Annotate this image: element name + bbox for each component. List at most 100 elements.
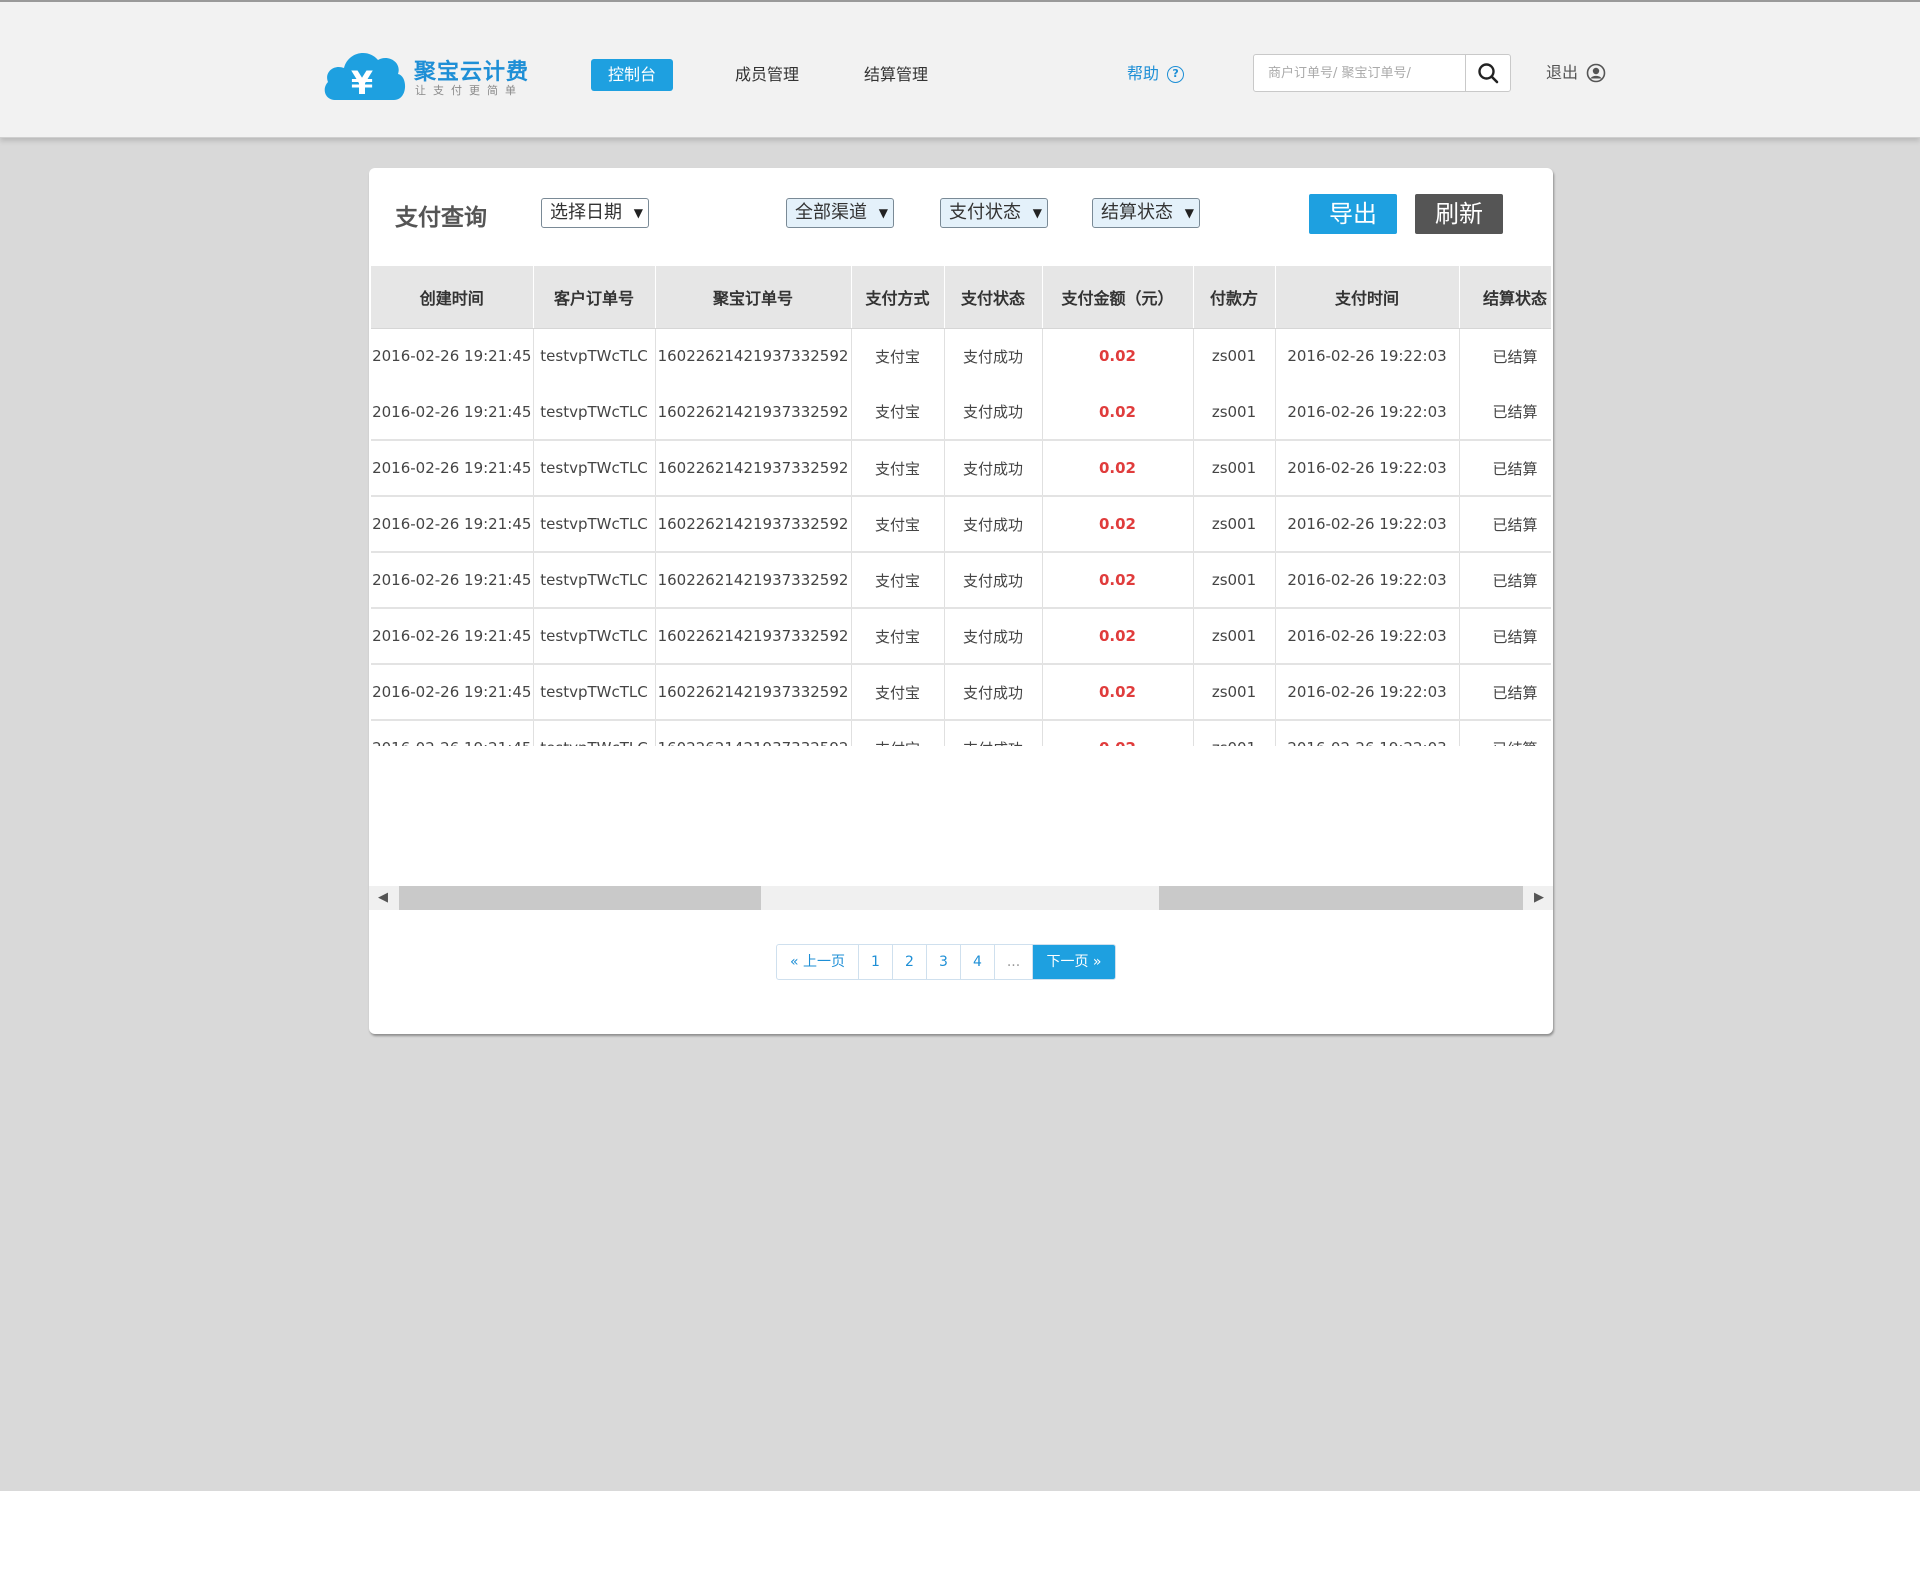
pay-status-cell: 支付成功 xyxy=(944,328,1043,384)
nav-settlement-management[interactable]: 结算管理 xyxy=(852,59,940,91)
top-header: ¥ 聚宝云计费 让支付更简单 控制台 成员管理 结算管理 帮助 ? 退出 xyxy=(0,0,1920,138)
table-row[interactable]: 2016-02-26 19:21:45testvpTWcTLC160226214… xyxy=(371,608,1551,665)
caret-down-icon: ▼ xyxy=(633,206,643,220)
page-title: 支付查询 xyxy=(395,205,487,231)
settle-status-cell: 已结算 xyxy=(1459,720,1551,746)
settle-status-cell: 已结算 xyxy=(1459,496,1551,553)
customer-order-cell: testvpTWcTLC xyxy=(533,384,656,441)
pay-method-cell: 支付宝 xyxy=(851,328,945,384)
created-time-cell: 2016-02-26 19:21:45 xyxy=(371,328,534,384)
table-row[interactable]: 2016-02-26 19:21:45testvpTWcTLC160226214… xyxy=(371,552,1551,609)
page-button[interactable]: 1 xyxy=(859,945,893,979)
pay-status-cell: 支付成功 xyxy=(944,608,1043,665)
pay-status-cell: 支付成功 xyxy=(944,552,1043,609)
payment-query-panel: 支付查询 选择日期 ▼ 全部渠道 ▼ 支付状态 ▼ 结算状态 ▼ 导出 刷新 创… xyxy=(369,168,1553,1034)
created-time-cell: 2016-02-26 19:21:45 xyxy=(371,496,534,553)
created-time-cell: 2016-02-26 19:21:45 xyxy=(371,720,534,746)
channel-select[interactable]: 全部渠道 ▼ xyxy=(786,198,894,228)
scrollbar-thumb[interactable] xyxy=(1159,886,1523,910)
date-select[interactable]: 选择日期 ▼ xyxy=(541,198,649,228)
column-header[interactable]: 支付状态 xyxy=(944,266,1043,329)
column-header[interactable]: 支付金额（元） xyxy=(1042,266,1194,329)
pay-status-cell: 支付成功 xyxy=(944,664,1043,721)
table-row[interactable]: 2016-02-26 19:21:45testvpTWcTLC160226214… xyxy=(371,440,1551,497)
refresh-button[interactable]: 刷新 xyxy=(1415,194,1503,234)
settle-status-cell: 已结算 xyxy=(1459,328,1551,384)
column-header[interactable]: 支付时间 xyxy=(1275,266,1460,329)
export-button[interactable]: 导出 xyxy=(1309,194,1397,234)
customer-order-cell: testvpTWcTLC xyxy=(533,552,656,609)
pay-time-cell: 2016-02-26 19:22:03 xyxy=(1275,608,1460,665)
table-row[interactable]: 2016-02-26 19:21:45testvpTWcTLC160226214… xyxy=(371,384,1551,441)
user-circle-icon xyxy=(1586,63,1606,83)
pay-time-cell: 2016-02-26 19:22:03 xyxy=(1275,384,1460,441)
table-row[interactable]: 2016-02-26 19:21:45testvpTWcTLC160226214… xyxy=(371,496,1551,553)
created-time-cell: 2016-02-26 19:21:45 xyxy=(371,384,534,441)
payer-cell: zs001 xyxy=(1193,440,1276,497)
column-header[interactable]: 付款方 xyxy=(1193,266,1276,329)
jubao-order-cell: 16022621421937332592 xyxy=(655,440,852,497)
prev-page-button[interactable]: « 上一页 xyxy=(777,945,859,979)
logout-link[interactable]: 退出 xyxy=(1546,60,1606,86)
settle-status-cell: 已结算 xyxy=(1459,608,1551,665)
amount-cell: 0.02 xyxy=(1042,496,1194,553)
jubao-order-cell: 16022621421937332592 xyxy=(655,328,852,384)
table-row[interactable]: 2016-02-26 19:21:45testvpTWcTLC160226214… xyxy=(371,720,1551,746)
created-time-cell: 2016-02-26 19:21:45 xyxy=(371,664,534,721)
pay-time-cell: 2016-02-26 19:22:03 xyxy=(1275,496,1460,553)
created-time-cell: 2016-02-26 19:21:45 xyxy=(371,552,534,609)
page-button[interactable]: 3 xyxy=(927,945,961,979)
table-row[interactable]: 2016-02-26 19:21:45testvpTWcTLC160226214… xyxy=(371,328,1551,384)
pay-time-cell: 2016-02-26 19:22:03 xyxy=(1275,328,1460,384)
column-header[interactable]: 客户订单号 xyxy=(533,266,656,329)
nav-dashboard[interactable]: 控制台 xyxy=(591,59,673,91)
pay-status-cell: 支付成功 xyxy=(944,720,1043,746)
search-icon xyxy=(1478,63,1499,84)
search-input[interactable] xyxy=(1254,55,1466,91)
page-button[interactable]: 4 xyxy=(961,945,995,979)
pay-status-select[interactable]: 支付状态 ▼ xyxy=(940,198,1048,228)
column-header[interactable]: 结算状态 xyxy=(1459,266,1551,329)
settle-status-cell: 已结算 xyxy=(1459,552,1551,609)
help-label: 帮助 xyxy=(1127,64,1160,83)
page-button[interactable]: 2 xyxy=(893,945,927,979)
settle-status-select[interactable]: 结算状态 ▼ xyxy=(1092,198,1200,228)
pay-time-cell: 2016-02-26 19:22:03 xyxy=(1275,552,1460,609)
help-link[interactable]: 帮助 ? xyxy=(1127,62,1185,86)
payer-cell: zs001 xyxy=(1193,720,1276,746)
page-ellipsis: ... xyxy=(995,945,1033,979)
settle-status-cell: 已结算 xyxy=(1459,664,1551,721)
search-box xyxy=(1253,54,1511,92)
amount-cell: 0.02 xyxy=(1042,384,1194,441)
settle-status-cell: 已结算 xyxy=(1459,384,1551,441)
scroll-left-icon[interactable]: ◀ xyxy=(369,886,397,910)
jubao-order-cell: 16022621421937332592 xyxy=(655,552,852,609)
horizontal-scrollbar[interactable]: ◀ ▶ xyxy=(369,886,1553,910)
payment-table: 创建时间 客户订单号 聚宝订单号 支付方式 支付状态 支付金额（元） 付款方 支… xyxy=(371,266,1551,746)
customer-order-cell: testvpTWcTLC xyxy=(533,440,656,497)
table-row[interactable]: 2016-02-26 19:21:45testvpTWcTLC160226214… xyxy=(371,664,1551,721)
logo[interactable]: ¥ 聚宝云计费 让支付更简单 xyxy=(322,46,532,106)
pay-status-cell: 支付成功 xyxy=(944,496,1043,553)
pay-method-cell: 支付宝 xyxy=(851,440,945,497)
payer-cell: zs001 xyxy=(1193,328,1276,384)
question-circle-icon: ? xyxy=(1167,65,1185,83)
pay-method-cell: 支付宝 xyxy=(851,664,945,721)
payer-cell: zs001 xyxy=(1193,552,1276,609)
column-header[interactable]: 支付方式 xyxy=(851,266,945,329)
customer-order-cell: testvpTWcTLC xyxy=(533,720,656,746)
customer-order-cell: testvpTWcTLC xyxy=(533,664,656,721)
caret-down-icon: ▼ xyxy=(878,206,888,220)
next-page-button[interactable]: 下一页 » xyxy=(1033,945,1115,979)
svg-text:¥: ¥ xyxy=(351,64,373,102)
scroll-right-icon[interactable]: ▶ xyxy=(1525,886,1553,910)
scrollbar-thumb[interactable] xyxy=(399,886,761,910)
column-header[interactable]: 创建时间 xyxy=(371,266,534,329)
search-button[interactable] xyxy=(1465,55,1510,91)
column-header[interactable]: 聚宝订单号 xyxy=(655,266,852,329)
payer-cell: zs001 xyxy=(1193,496,1276,553)
pay-method-cell: 支付宝 xyxy=(851,608,945,665)
nav-member-management[interactable]: 成员管理 xyxy=(723,59,811,91)
amount-cell: 0.02 xyxy=(1042,608,1194,665)
logo-subtitle: 让支付更简单 xyxy=(415,84,523,97)
